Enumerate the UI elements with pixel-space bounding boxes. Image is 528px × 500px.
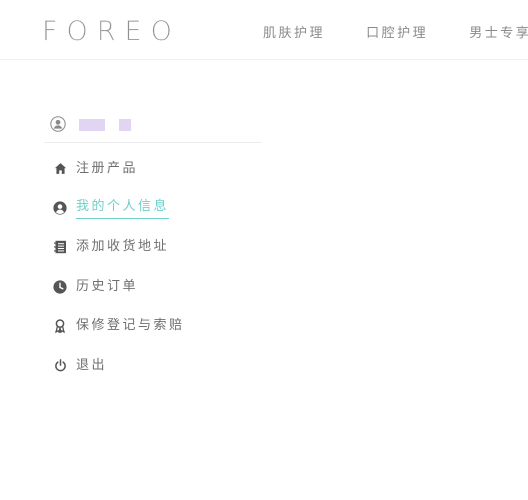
account-sidebar: 注册产品 我的个人信息 添加收货地址 历史订单 保修登记与索赔 退出: [44, 112, 262, 385]
menu-item-my-profile[interactable]: 我的个人信息: [44, 188, 262, 227]
nav-item-skincare[interactable]: 肌肤护理: [263, 24, 325, 44]
account-menu: 注册产品 我的个人信息 添加收货地址 历史订单 保修登记与索赔 退出: [44, 149, 262, 385]
main-nav: 肌肤护理 口腔护理 男士专享: [263, 22, 528, 44]
menu-label: 添加收货地址: [76, 239, 170, 255]
ribbon-icon: [53, 319, 67, 334]
user-avatar-icon: [50, 116, 66, 132]
menu-label: 我的个人信息: [76, 197, 170, 220]
nav-item-oral-care[interactable]: 口腔护理: [366, 24, 428, 44]
redacted-username: [79, 119, 105, 131]
menu-item-logout[interactable]: 退出: [44, 346, 262, 385]
nav-item-men[interactable]: 男士专享: [469, 24, 528, 44]
user-info: [44, 112, 262, 143]
menu-item-order-history[interactable]: 历史订单: [44, 267, 262, 306]
home-icon: [53, 162, 67, 176]
menu-item-warranty[interactable]: 保修登记与索赔: [44, 307, 262, 346]
menu-label: 保修登记与索赔: [76, 318, 185, 334]
menu-item-add-address[interactable]: 添加收货地址: [44, 228, 262, 267]
menu-item-register-product[interactable]: 注册产品: [44, 149, 262, 188]
menu-label: 退出: [76, 357, 108, 373]
address-book-icon: [53, 240, 67, 254]
redacted-username-part: [119, 119, 131, 131]
clock-icon: [53, 280, 67, 294]
user-circle-icon: [53, 201, 67, 215]
menu-label: 历史订单: [76, 278, 139, 294]
menu-label: 注册产品: [76, 160, 139, 176]
foreo-logo[interactable]: FOREO: [42, 14, 181, 50]
power-icon: [53, 359, 67, 373]
site-header: FOREO 肌肤护理 口腔护理 男士专享: [0, 0, 528, 60]
